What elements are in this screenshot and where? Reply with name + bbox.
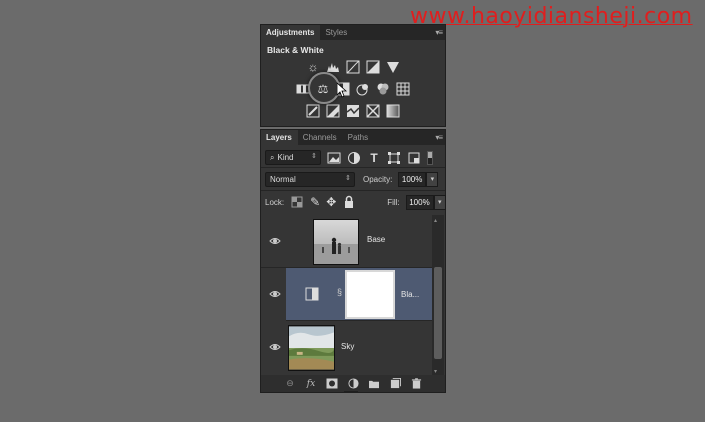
- adjustments-tabbar: Adjustments Styles ▾≡: [261, 25, 445, 40]
- layer-thumbnail-base: [313, 219, 359, 265]
- opacity-input[interactable]: 100%: [398, 171, 427, 187]
- tab-styles[interactable]: Styles: [320, 25, 353, 40]
- scroll-up-icon[interactable]: ▴: [434, 217, 437, 224]
- scroll-down-icon[interactable]: ▾: [434, 368, 437, 375]
- adjustment-icon-row-1: ☼: [261, 60, 445, 74]
- layer-name-black-white[interactable]: Bla...: [401, 290, 419, 299]
- filter-shape-icon[interactable]: [387, 151, 401, 165]
- opacity-dropdown-icon[interactable]: ▾: [426, 171, 439, 187]
- tab-paths[interactable]: Paths: [343, 130, 374, 145]
- adjustments-panel: Adjustments Styles ▾≡ Black & White ☼ ⚖: [260, 24, 446, 127]
- blend-row: Normal ⇕ Opacity: 100% ▾: [261, 168, 445, 190]
- filter-kind-label: Kind: [277, 153, 294, 162]
- curves-icon[interactable]: [346, 60, 360, 74]
- tab-channels[interactable]: Channels: [298, 130, 343, 145]
- fill-input[interactable]: 100%: [405, 194, 434, 210]
- mask-icon[interactable]: [326, 378, 338, 389]
- filter-pixel-icon[interactable]: [327, 151, 341, 165]
- lock-row: Lock: ✎ ✥ Fill: 100% ▾: [261, 191, 446, 213]
- eye-icon[interactable]: [269, 342, 281, 352]
- adjustment-icon-row-2: ⚖: [261, 82, 445, 96]
- chevron-updown-icon: ⇕: [311, 153, 317, 160]
- new-layer-icon[interactable]: [389, 378, 401, 389]
- layers-tabbar: Layers Channels Paths ▾≡: [261, 130, 445, 145]
- adjustment-title: Black & White: [267, 45, 324, 55]
- layers-scrollbar[interactable]: ▴ ▾: [432, 215, 444, 377]
- tab-layers[interactable]: Layers: [261, 130, 298, 145]
- scrollbar-thumb[interactable]: [434, 267, 442, 359]
- color-lookup-icon[interactable]: [396, 82, 410, 96]
- mask-link-icon[interactable]: §: [337, 287, 342, 297]
- trash-icon[interactable]: [410, 378, 422, 389]
- adjustment-icon-row-3: [261, 104, 445, 118]
- triangle-icon[interactable]: [386, 60, 400, 74]
- layers-panel: Layers Channels Paths ▾≡ ⌕ Kind ⇕ T Norm…: [260, 129, 446, 393]
- selective-color-icon[interactable]: [366, 104, 380, 118]
- blend-mode-select[interactable]: Normal ⇕: [265, 171, 355, 187]
- posterize-icon[interactable]: [326, 104, 340, 118]
- exposure-icon[interactable]: [366, 60, 380, 74]
- layer-row-base[interactable]: Base: [261, 215, 433, 268]
- filter-type-icon[interactable]: T: [367, 151, 381, 165]
- layers-bottom-toolbar: ⊖ fx: [261, 375, 445, 392]
- panel-resize-grip[interactable]: [344, 391, 358, 393]
- filter-smart-object-icon[interactable]: [407, 151, 421, 165]
- tab-adjustments[interactable]: Adjustments: [261, 25, 321, 40]
- lock-all-icon[interactable]: [342, 195, 356, 209]
- panel-menu-icon[interactable]: ▾≡: [435, 28, 443, 37]
- link-icon[interactable]: ⊖: [284, 378, 296, 389]
- layer-row-black-white[interactable]: § Bla...: [261, 268, 433, 321]
- filter-adjustment-icon[interactable]: [347, 151, 361, 165]
- fx-icon[interactable]: fx: [305, 378, 317, 389]
- eye-icon[interactable]: [269, 289, 281, 299]
- photo-filter-icon[interactable]: [356, 82, 370, 96]
- eye-icon[interactable]: [269, 236, 281, 246]
- chevron-updown-icon: ⇕: [345, 174, 351, 182]
- layer-mask-thumbnail[interactable]: [345, 270, 395, 319]
- folder-icon[interactable]: [368, 378, 380, 389]
- panel-menu-icon[interactable]: ▾≡: [435, 133, 443, 142]
- mouse-cursor-icon: [336, 82, 348, 98]
- search-icon: ⌕: [270, 152, 275, 162]
- watermark-text: www.haoyidiansheji.com: [410, 4, 693, 29]
- threshold-icon[interactable]: [346, 104, 360, 118]
- layer-thumbnail-sky: [288, 325, 335, 371]
- gradient-map-icon[interactable]: [386, 104, 400, 118]
- filter-kind-select[interactable]: ⌕ Kind ⇕: [265, 150, 321, 165]
- layers-list: Base § Bla... Sky: [261, 215, 433, 377]
- fill-label: Fill:: [387, 197, 400, 207]
- filter-toggle[interactable]: [427, 150, 433, 165]
- fill-dropdown-icon[interactable]: ▾: [433, 194, 446, 210]
- blend-mode-label: Normal: [270, 174, 296, 184]
- channel-mixer-icon[interactable]: [376, 82, 390, 96]
- lock-move-icon[interactable]: ✥: [326, 195, 336, 209]
- black-white-adjustment-icon: [305, 287, 319, 301]
- layer-name-sky[interactable]: Sky: [341, 342, 354, 351]
- layer-name-base[interactable]: Base: [367, 235, 385, 244]
- invert-icon[interactable]: [306, 104, 320, 118]
- lock-brush-icon[interactable]: ✎: [310, 195, 320, 209]
- filter-row: ⌕ Kind ⇕ T: [261, 148, 445, 167]
- adjustment-icon[interactable]: [347, 378, 359, 389]
- lock-transparent-icon[interactable]: [290, 195, 304, 209]
- lock-label: Lock:: [265, 197, 285, 207]
- opacity-label: Opacity:: [363, 174, 393, 184]
- layer-row-sky[interactable]: Sky: [261, 321, 433, 374]
